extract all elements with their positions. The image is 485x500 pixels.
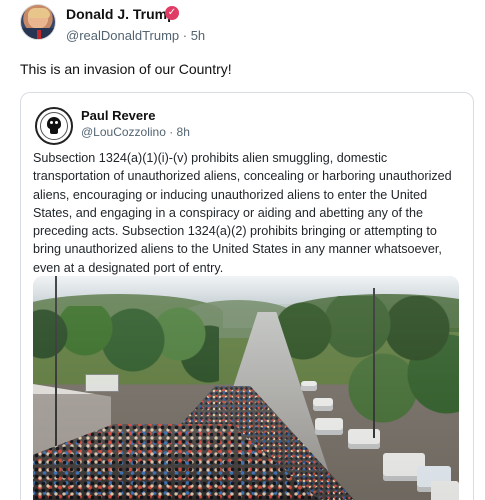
quoted-author-avatar[interactable] xyxy=(35,107,73,145)
post-text: This is an invasion of our Country! xyxy=(20,61,232,77)
photo-haze-overlay xyxy=(33,276,459,500)
verified-badge-icon: ✓ xyxy=(165,6,179,20)
skull-eye-right xyxy=(55,121,58,124)
quoted-post-card[interactable]: Paul Revere @LouCozzolino · 8h Subsectio… xyxy=(20,92,474,500)
quoted-author-name[interactable]: Paul Revere xyxy=(81,108,155,123)
skull-eye-left xyxy=(50,121,53,124)
quoted-post-text: Subsection 1324(a)(1)(i)-(v) prohibits a… xyxy=(33,151,452,275)
author-name[interactable]: Donald J. Trump xyxy=(66,6,176,22)
quoted-author-handle-time[interactable]: @LouCozzolino · 8h xyxy=(81,125,190,139)
avatar-hair xyxy=(28,8,50,18)
truth-social-post: Donald J. Trump ✓ @realDonaldTrump · 5h … xyxy=(0,0,485,500)
author-avatar[interactable] xyxy=(20,4,56,40)
quoted-post-photo[interactable] xyxy=(33,276,459,500)
skull-jaw-icon xyxy=(50,128,58,134)
author-handle-time[interactable]: @realDonaldTrump · 5h xyxy=(66,28,205,43)
avatar-tie xyxy=(37,30,41,39)
